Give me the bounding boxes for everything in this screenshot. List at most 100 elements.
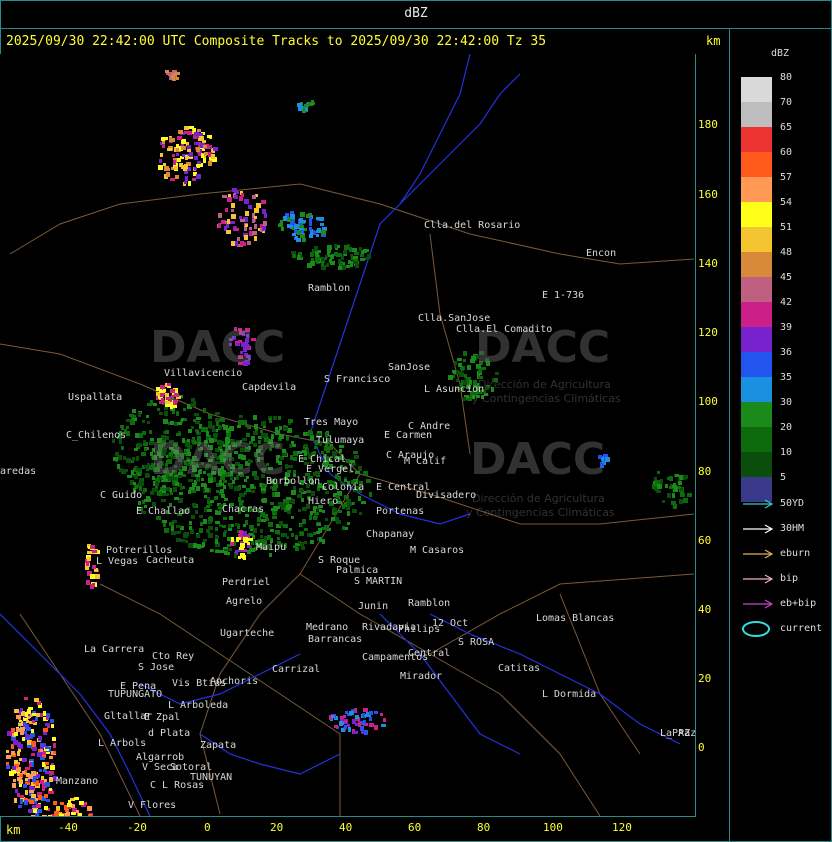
place-label: Ugarteche	[220, 628, 275, 639]
place-label: Cacheuta	[146, 555, 195, 566]
x-tick: 100	[543, 821, 563, 834]
place-label: L Arboleda	[168, 700, 229, 711]
place-label: Zapata	[200, 740, 237, 751]
y-tick: 20	[698, 672, 712, 685]
place-label: S Jose	[138, 662, 175, 673]
legend-level-label: 5	[780, 472, 787, 483]
place-label: Portenas	[376, 506, 425, 517]
legend-swatch	[741, 327, 772, 352]
place-label: Encon	[586, 248, 617, 259]
watermark-logo-4: DACC	[470, 434, 606, 485]
legend-swatch	[741, 302, 772, 327]
place-label: Junin	[358, 601, 389, 612]
x-tick: 120	[612, 821, 632, 834]
place-label: 12 Oct	[432, 618, 469, 629]
place-label: Perdriel	[222, 577, 271, 588]
product-subtitle: 2025/09/30 22:42:00 UTC Composite Tracks…	[6, 34, 547, 49]
place-label: Clla.del Rosario	[424, 220, 521, 231]
place-label: TUPUNGATO	[108, 689, 163, 700]
legend-swatch	[741, 377, 772, 402]
x-tick: -40	[58, 821, 78, 834]
place-label: Chacras	[222, 504, 265, 515]
legend-swatch	[741, 152, 772, 177]
place-label: M Casaros	[410, 545, 465, 556]
place-label: La Carrera	[84, 644, 145, 655]
place-label: E 1-736	[542, 290, 585, 301]
place-label: Clla.El Comadito	[456, 324, 553, 335]
km-unit-bottom: km	[6, 823, 21, 837]
legend-swatch	[741, 452, 772, 477]
place-label: Barrancas	[308, 634, 363, 645]
y-tick: 0	[698, 741, 705, 754]
y-tick: 160	[698, 188, 718, 201]
x-tick: 60	[408, 821, 422, 834]
place-label: Tres Mayo	[304, 417, 359, 428]
place-label: E Zpal	[144, 712, 181, 723]
watermark-logo-1: DACC	[150, 322, 286, 373]
place-label: E Carmen	[384, 430, 433, 441]
legend-swatch	[741, 177, 772, 202]
track-arrow-icon	[743, 549, 774, 559]
place-label: L Arbols	[98, 738, 147, 749]
legend-level-label: 48	[780, 247, 793, 258]
legend-level-label: 36	[780, 347, 793, 358]
place-label: Chapanay	[366, 529, 415, 540]
place-label: Palmica	[336, 565, 379, 576]
place-label: aredas	[0, 466, 37, 477]
y-tick: 40	[698, 603, 712, 616]
place-label: SanJose	[388, 362, 431, 373]
track-legend-label: 50YD	[780, 498, 805, 509]
place-label: Agrelo	[226, 596, 263, 607]
x-tick: 40	[339, 821, 353, 834]
place-label: C_Chilenos	[66, 430, 127, 441]
radar-map[interactable]: DACC DACC DACC DACC Dirección de Agricul…	[0, 54, 696, 817]
track-legend-label: bip	[780, 573, 799, 584]
x-tick: 80	[477, 821, 491, 834]
legend-level-label: 45	[780, 272, 793, 283]
legend-level-label: 57	[780, 172, 793, 183]
place-label: Ramblon	[408, 598, 451, 609]
legend-divider	[729, 28, 730, 842]
place-label: Villavicencio	[164, 368, 243, 379]
place-label: E Vergel	[306, 464, 355, 475]
legend-swatch	[741, 227, 772, 252]
place-label: Tulumaya	[316, 435, 365, 446]
x-tick: 0	[204, 821, 211, 834]
place-label: Mirador	[400, 671, 443, 682]
legend-level-label: 42	[780, 297, 793, 308]
track-legend-label: current	[780, 623, 823, 634]
legend-level-label: 10	[780, 447, 793, 458]
place-label: M Calif	[404, 456, 447, 467]
place-label: Manzano	[56, 776, 99, 787]
legend-level-label: 60	[780, 147, 793, 158]
place-label: V Flores	[128, 800, 177, 811]
legend-level-label: 54	[780, 197, 793, 208]
legend-level-label: 35	[780, 372, 793, 383]
place-label: Vis Btias	[172, 678, 227, 689]
place-label: Medrano	[306, 622, 349, 633]
title-bar: dBZ	[0, 0, 832, 29]
watermark-text-4: y Contingencias Climáticas	[466, 506, 615, 519]
place-label: Maipu	[256, 542, 287, 553]
place-label: Cto Rey	[152, 651, 195, 662]
legend-level-label: 39	[780, 322, 793, 333]
legend-swatch	[741, 352, 772, 377]
place-label: Colonia	[322, 482, 365, 493]
track-legend-label: eb+bip	[780, 598, 817, 609]
place-label: E Challao	[136, 506, 191, 517]
track-arrow-icon	[743, 574, 774, 584]
legend-swatch	[741, 77, 772, 102]
y-tick: 100	[698, 395, 718, 408]
place-label: C L Rosas	[150, 780, 205, 791]
place-label: L Asuncion	[424, 384, 485, 395]
place-label: Lomas Blancas	[536, 613, 615, 624]
legend-title: dBZ	[771, 48, 790, 59]
place-label: Uspallata	[68, 392, 123, 403]
track-legend-label: 30HM	[780, 523, 805, 534]
legend-level-label: 80	[780, 72, 793, 83]
legend-level-label: 65	[780, 122, 793, 133]
place-label: Borbollon	[266, 476, 321, 487]
km-unit-top: km	[706, 34, 721, 48]
place-label: Central	[408, 648, 451, 659]
window-title: dBZ	[404, 6, 428, 21]
